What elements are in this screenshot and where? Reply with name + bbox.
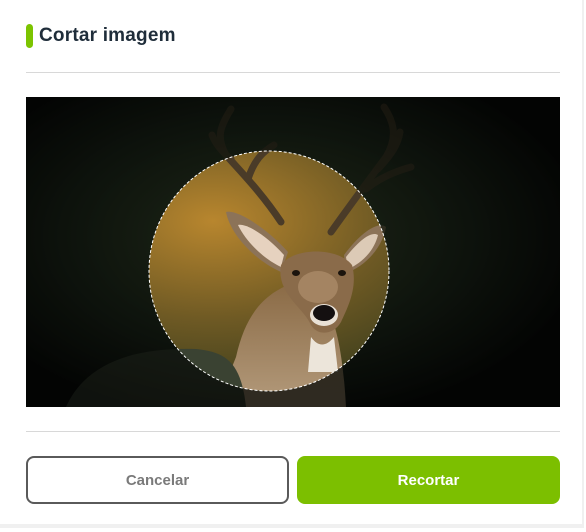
dialog-title: Cortar imagem xyxy=(39,25,176,46)
title-accent-bar xyxy=(26,24,33,48)
dialog-actions: Cancelar Recortar xyxy=(26,456,560,504)
header-divider xyxy=(26,72,560,73)
crop-image-dialog: Cortar imagem Cancelar Recortar xyxy=(0,0,584,528)
crop-button[interactable]: Recortar xyxy=(297,456,560,504)
cancel-button[interactable]: Cancelar xyxy=(26,456,289,504)
dialog-header: Cortar imagem xyxy=(26,24,176,48)
image-crop-area[interactable] xyxy=(26,97,560,407)
footer-divider xyxy=(26,431,560,432)
